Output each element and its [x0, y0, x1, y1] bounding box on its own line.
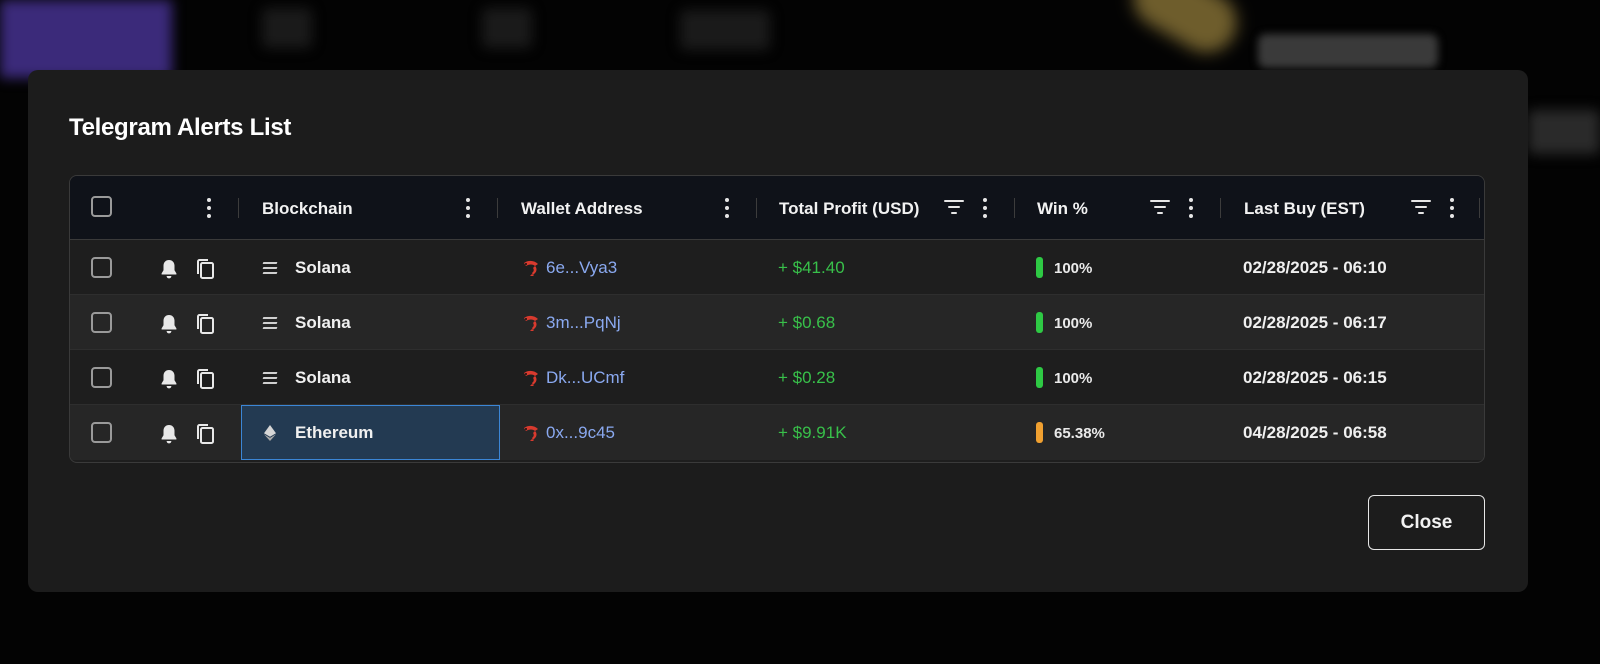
background-graphic: [1122, 0, 1248, 64]
win-percent: 100%: [1054, 370, 1093, 387]
row-checkbox[interactable]: [91, 312, 112, 333]
background-nav-item: [482, 8, 532, 48]
win-rate-bar: [1036, 312, 1043, 333]
column-menu-icon[interactable]: [1188, 197, 1194, 219]
last-buy-time: 02/28/2025 - 06:10: [1243, 258, 1387, 277]
win-percent: 100%: [1054, 260, 1093, 277]
filter-icon[interactable]: [1150, 199, 1170, 215]
filter-icon[interactable]: [944, 199, 964, 215]
column-menu-icon[interactable]: [724, 197, 730, 219]
wallet-address-link[interactable]: Dk...UCmf: [546, 368, 624, 388]
header-win-percent[interactable]: Win %: [1037, 199, 1088, 219]
blockchain-name: Solana: [295, 313, 351, 332]
row-checkbox[interactable]: [91, 422, 112, 443]
copy-icon[interactable]: [193, 312, 217, 336]
modal-title: Telegram Alerts List: [69, 114, 292, 141]
background-panel: [1528, 110, 1600, 154]
last-buy-time: 02/28/2025 - 06:15: [1243, 368, 1387, 387]
header-total-profit[interactable]: Total Profit (USD): [779, 199, 919, 219]
table-row[interactable]: Solana 3m...PqNj + $0.68 100% 02/28/2025…: [70, 295, 1484, 350]
copy-icon[interactable]: [193, 257, 217, 281]
bell-icon[interactable]: [157, 367, 181, 391]
bell-icon[interactable]: [157, 312, 181, 336]
background-nav-item: [262, 8, 312, 48]
wallet-address-link[interactable]: 6e...Vya3: [546, 258, 617, 278]
bell-icon[interactable]: [157, 257, 181, 281]
total-profit: + $0.28: [778, 368, 836, 387]
background-nav-item: [680, 10, 770, 50]
wallet-address-link[interactable]: 3m...PqNj: [546, 313, 621, 333]
filter-icon[interactable]: [1411, 199, 1431, 215]
blockchain-name: Ethereum: [295, 423, 374, 442]
header-blockchain[interactable]: Blockchain: [262, 199, 353, 219]
header-wallet-address[interactable]: Wallet Address: [521, 199, 643, 219]
column-menu-icon[interactable]: [206, 197, 212, 219]
table-header: Blockchain Wallet Address Total Profit (…: [70, 176, 1484, 240]
shrimp-icon: [524, 260, 538, 276]
win-rate-bar: [1036, 422, 1043, 443]
header-last-buy[interactable]: Last Buy (EST): [1244, 199, 1365, 219]
row-checkbox[interactable]: [91, 367, 112, 388]
wallet-address-link[interactable]: 0x...9c45: [546, 423, 615, 443]
total-profit: + $0.68: [778, 313, 836, 332]
background-nav-tile: [0, 0, 172, 78]
last-buy-time: 04/28/2025 - 06:58: [1243, 423, 1387, 442]
win-rate-bar: [1036, 367, 1043, 388]
last-buy-time: 02/28/2025 - 06:17: [1243, 313, 1387, 332]
bell-icon[interactable]: [157, 422, 181, 446]
solana-icon: [262, 371, 278, 385]
blockchain-name: Solana: [295, 368, 351, 387]
shrimp-icon: [524, 315, 538, 331]
column-menu-icon[interactable]: [982, 197, 988, 219]
table-row[interactable]: Solana Dk...UCmf + $0.28 100% 02/28/2025…: [70, 350, 1484, 405]
column-menu-icon[interactable]: [465, 197, 471, 219]
shrimp-icon: [524, 370, 538, 386]
win-percent: 65.38%: [1054, 425, 1105, 442]
select-all-checkbox[interactable]: [91, 196, 112, 217]
shrimp-icon: [524, 425, 538, 441]
total-profit: + $9.91K: [778, 423, 847, 442]
copy-icon[interactable]: [193, 367, 217, 391]
blockchain-name: Solana: [295, 258, 351, 277]
solana-icon: [262, 316, 278, 330]
copy-icon[interactable]: [193, 422, 217, 446]
win-rate-bar: [1036, 257, 1043, 278]
alerts-table: Blockchain Wallet Address Total Profit (…: [69, 175, 1485, 463]
solana-icon: [262, 261, 278, 275]
win-percent: 100%: [1054, 315, 1093, 332]
close-button[interactable]: Close: [1368, 495, 1485, 550]
total-profit: + $41.40: [778, 258, 845, 277]
telegram-alerts-modal: Telegram Alerts List Blockchain Wallet A…: [28, 70, 1528, 592]
background-button: [1258, 34, 1438, 68]
row-checkbox[interactable]: [91, 257, 112, 278]
column-menu-icon[interactable]: [1449, 197, 1455, 219]
ethereum-icon: [264, 425, 276, 441]
table-row[interactable]: Ethereum 0x...9c45 + $9.91K 65.38% 04/28…: [70, 405, 1484, 460]
table-row[interactable]: Solana 6e...Vya3 + $41.40 100% 02/28/202…: [70, 240, 1484, 295]
